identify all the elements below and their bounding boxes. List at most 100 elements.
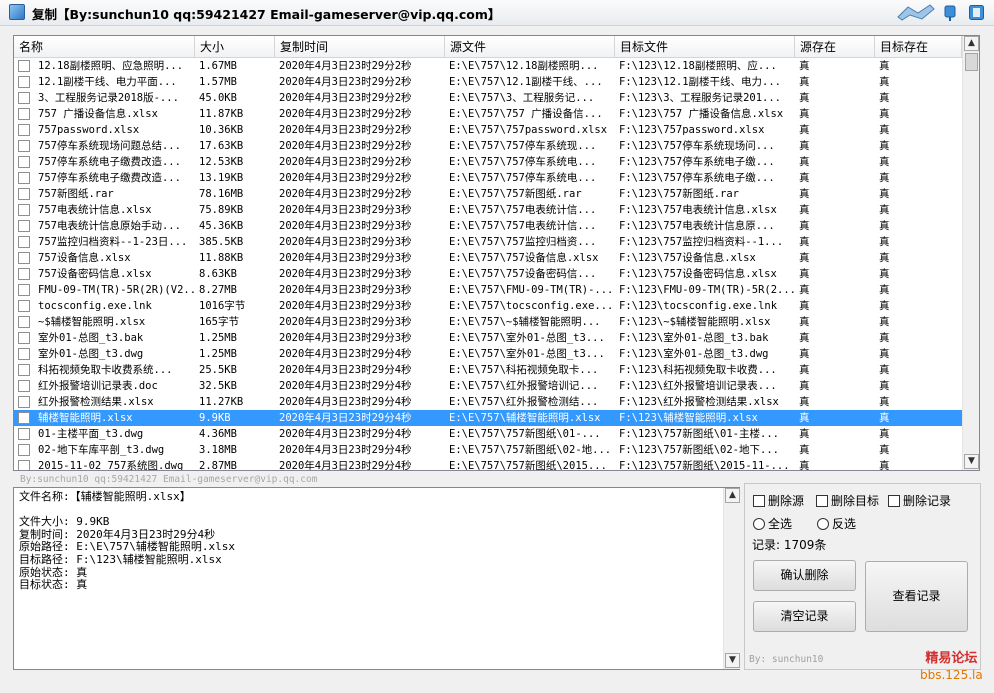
row-checkbox[interactable] [18,364,30,376]
delete-record-checkbox[interactable]: 删除记录 [888,493,951,509]
table-row[interactable]: 757电表统计信息原始手动... 45.36KB 2020年4月3日23时29分3秒… [14,218,962,234]
file-list[interactable]: 名称 大小 复制时间 源文件 目标文件 源存在 目标存在 12.18副楼照明、应… [13,35,980,471]
row-checkbox[interactable] [18,60,30,72]
cell-target-exists: 真 [879,300,890,312]
close-icon[interactable] [969,5,984,20]
table-row[interactable]: 757停车系统现场问题总结... 17.63KB 2020年4月3日23时29分2秒… [14,138,962,154]
details-scrollbar[interactable]: ▲ ▼ [723,488,740,669]
row-checkbox[interactable] [18,236,30,248]
view-records-button[interactable]: 查看记录 [865,561,968,632]
control-panel: 删除源 删除目标 删除记录 全选 反选 记录: 1709条 确认删除 清空记录 … [744,483,981,670]
row-checkbox[interactable] [18,348,30,360]
pin-icon[interactable] [943,4,957,22]
row-checkbox[interactable] [18,252,30,264]
table-row[interactable]: 757设备密码信息.xlsx 8.63KB 2020年4月3日23时29分3秒 E:\… [14,266,962,282]
table-row[interactable]: 辅楼智能照明.xlsx 9.9KB 2020年4月3日23时29分4秒 E:\E\75… [14,410,962,426]
skin-icon[interactable] [896,3,936,21]
scroll-down-icon[interactable]: ▼ [725,653,740,668]
select-all-label: 全选 [768,517,793,531]
row-checkbox[interactable] [18,460,30,470]
table-row[interactable]: 757 广播设备信息.xlsx 11.87KB 2020年4月3日23时29分2秒 E… [14,106,962,122]
row-checkbox[interactable] [18,92,30,104]
cell-target-path: F:\123\3、工程服务记录201... [619,92,782,104]
cell-name: ~$辅楼智能照明.xlsx [38,316,146,328]
table-row[interactable]: 室外01-总图_t3.dwg 1.25MB 2020年4月3日23时29分4秒 E:\… [14,346,962,362]
table-row[interactable]: ~$辅楼智能照明.xlsx 165字节 2020年4月3日23时29分3秒 E:\E\… [14,314,962,330]
row-checkbox[interactable] [18,268,30,280]
table-row[interactable]: 757停车系统电子缴费改造... 12.53KB 2020年4月3日23时29分2秒… [14,154,962,170]
table-row[interactable]: 12.1副楼干线、电力平面... 1.57MB 2020年4月3日23时29分2秒 E… [14,74,962,90]
radio-circle[interactable] [817,518,829,530]
column-header-source-exists[interactable]: 源存在 [795,36,875,58]
table-row[interactable]: 红外报警培训记录表.doc 32.5KB 2020年4月3日23时29分4秒 E:\E… [14,378,962,394]
column-header-target-exists[interactable]: 目标存在 [875,36,962,58]
clear-records-button[interactable]: 清空记录 [753,601,856,632]
table-row[interactable]: 02-地下车库平剖_t3.dwg 3.18MB 2020年4月3日23时29分4秒 E… [14,442,962,458]
row-checkbox[interactable] [18,204,30,216]
checkbox-box[interactable] [888,495,900,507]
table-row[interactable]: 01-主楼平面_t3.dwg 4.36MB 2020年4月3日23时29分4秒 E:\… [14,426,962,442]
table-row[interactable]: 2015-11-02 757系统图.dwg 2.87MB 2020年4月3日23时2… [14,458,962,470]
table-row[interactable]: 3、工程服务记录2018版-... 45.0KB 2020年4月3日23时29分2秒… [14,90,962,106]
column-header-source[interactable]: 源文件 [445,36,615,58]
table-row[interactable]: tocsconfig.exe.lnk 1016字节 2020年4月3日23时29分3… [14,298,962,314]
row-checkbox[interactable] [18,396,30,408]
radio-circle[interactable] [753,518,765,530]
delete-target-checkbox[interactable]: 删除目标 [816,493,879,509]
table-row[interactable]: 757监控归档资料--1-23日... 385.5KB 2020年4月3日23时29… [14,234,962,250]
cell-target-exists: 真 [879,284,890,296]
column-header-size[interactable]: 大小 [195,36,275,58]
table-row[interactable]: 757停车系统电子缴费改造... 13.19KB 2020年4月3日23时29分2秒… [14,170,962,186]
scroll-thumb[interactable] [965,53,978,71]
cell-name: 3、工程服务记录2018版-... [38,92,179,104]
checkbox-box[interactable] [816,495,828,507]
column-header-target[interactable]: 目标文件 [615,36,795,58]
row-checkbox[interactable] [18,76,30,88]
table-row[interactable]: 红外报警检测结果.xlsx 11.27KB 2020年4月3日23时29分4秒 E:\… [14,394,962,410]
cell-target-path: F:\123\757 广播设备信息.xlsx [619,108,784,120]
row-checkbox[interactable] [18,316,30,328]
row-checkbox[interactable] [18,300,30,312]
details-textbox[interactable]: 文件名称:【辅楼智能照明.xlsx】 文件大小: 9.9KB 复制时间: 202… [13,487,740,670]
column-header-copy-time[interactable]: 复制时间 [275,36,445,58]
select-all-radio[interactable]: 全选 [753,516,792,532]
row-checkbox[interactable] [18,172,30,184]
table-row[interactable]: 室外01-总图_t3.bak 1.25MB 2020年4月3日23时29分3秒 E:\… [14,330,962,346]
status-line: By:sunchun10 qq:59421427 Email-gameserve… [20,474,318,485]
cell-size: 17.63KB [199,140,244,152]
column-header-name[interactable]: 名称 [14,36,195,58]
row-checkbox[interactable] [18,140,30,152]
row-checkbox[interactable] [18,444,30,456]
row-checkbox[interactable] [18,156,30,168]
invert-select-radio[interactable]: 反选 [817,516,856,532]
row-checkbox[interactable] [18,412,30,424]
table-row[interactable]: FMU-09-TM(TR)-5R(2R)(V2... 8.27MB 2020年4月3… [14,282,962,298]
details-text: 文件名称:【辅楼智能照明.xlsx】 文件大小: 9.9KB 复制时间: 202… [19,490,719,592]
row-checkbox[interactable] [18,380,30,392]
table-row[interactable]: 科拓视频免取卡收费系统... 25.5KB 2020年4月3日23时29分4秒 E:\… [14,362,962,378]
delete-source-checkbox[interactable]: 删除源 [753,493,804,509]
row-checkbox[interactable] [18,332,30,344]
confirm-delete-button[interactable]: 确认删除 [753,560,856,591]
cell-target-path: F:\123\757新图纸\01-主楼... [619,428,779,440]
table-row[interactable]: 757设备信息.xlsx 11.88KB 2020年4月3日23时29分3秒 E:\E… [14,250,962,266]
scroll-up-icon[interactable]: ▲ [725,488,740,503]
cell-source-path: E:\E\757\红外报警检测结... [449,396,599,408]
scroll-down-icon[interactable]: ▼ [964,454,979,469]
scroll-up-icon[interactable]: ▲ [964,36,979,51]
row-checkbox[interactable] [18,124,30,136]
row-checkbox[interactable] [18,284,30,296]
table-row[interactable]: 757电表统计信息.xlsx 75.89KB 2020年4月3日23时29分3秒 E:… [14,202,962,218]
table-row[interactable]: 12.18副楼照明、应急照明... 1.67MB 2020年4月3日23时29分2秒… [14,58,962,74]
table-row[interactable]: 757新图纸.rar 78.16MB 2020年4月3日23时29分2秒 E:\E\7… [14,186,962,202]
row-checkbox[interactable] [18,220,30,232]
cell-target-exists: 真 [879,428,890,440]
file-list-scrollbar[interactable]: ▲ ▼ [962,36,979,470]
row-checkbox[interactable] [18,108,30,120]
cell-size: 4.36MB [199,428,237,440]
row-checkbox[interactable] [18,428,30,440]
row-checkbox[interactable] [18,188,30,200]
cell-name: tocsconfig.exe.lnk [38,300,152,312]
checkbox-box[interactable] [753,495,765,507]
table-row[interactable]: 757password.xlsx 10.36KB 2020年4月3日23时29分2秒… [14,122,962,138]
